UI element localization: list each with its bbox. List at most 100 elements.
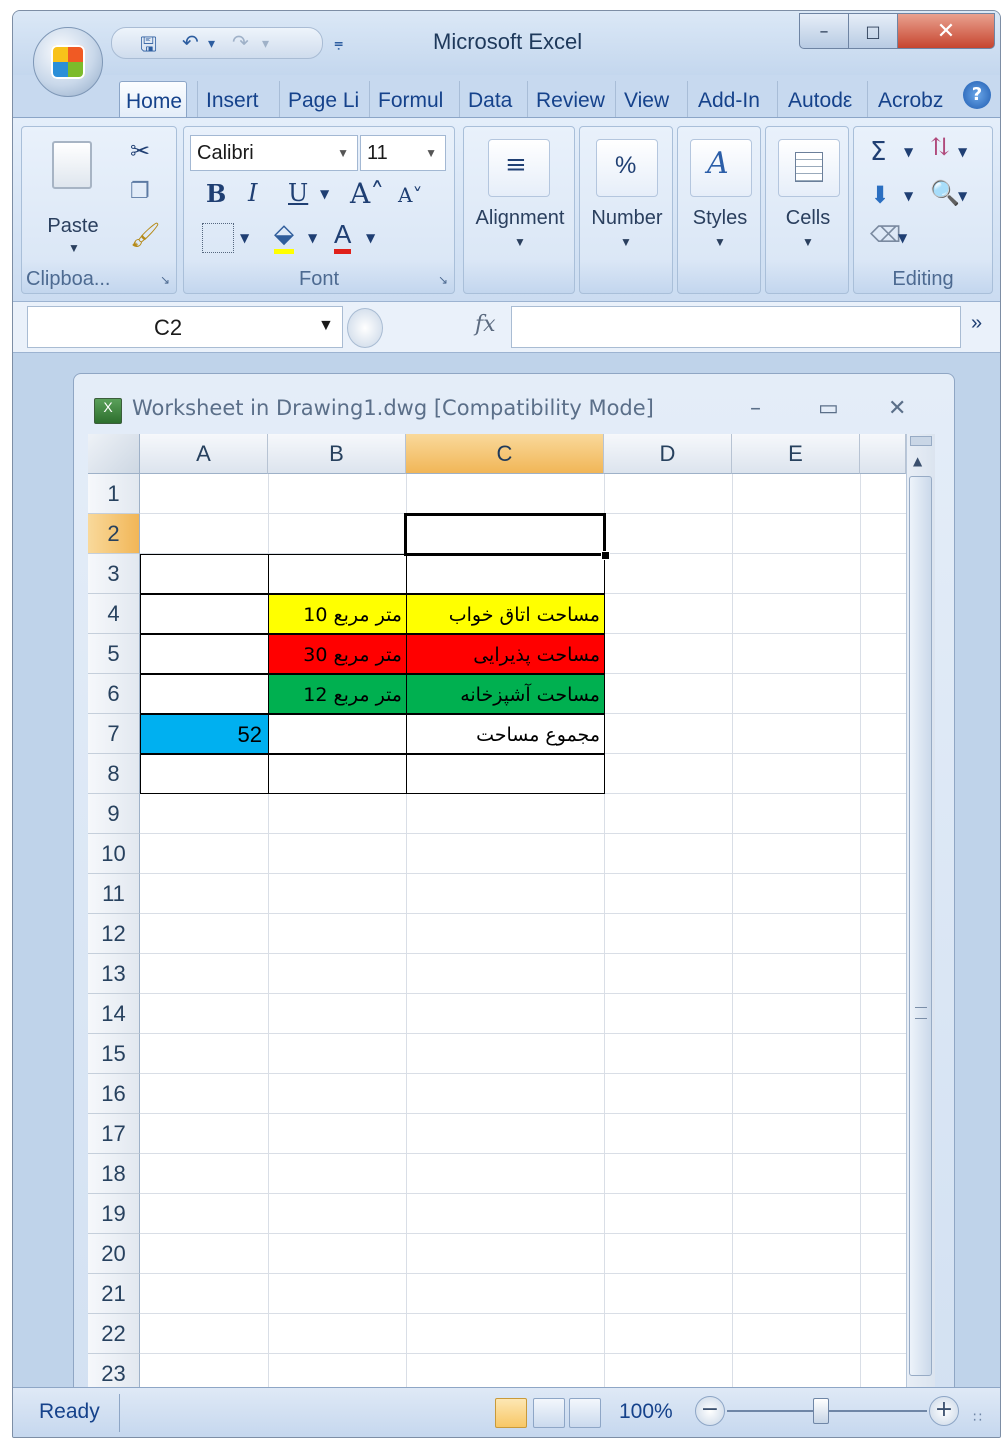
row-header[interactable]: 22 [88,1314,140,1354]
minimize-button[interactable]: – [799,13,849,49]
bold-icon[interactable]: B [206,179,226,208]
cell-c7[interactable]: مجموع مساحت [406,714,605,754]
cell-a6[interactable] [140,674,269,714]
format-painter-icon[interactable]: 🖌 [130,221,160,249]
row-header[interactable]: 3 [88,554,140,594]
find-select-dropdown-icon[interactable]: ▼ [958,189,967,203]
number-group[interactable]: % Number ▼ [579,126,673,294]
clear-dropdown-icon[interactable]: ▼ [898,231,907,245]
page-break-view-icon[interactable] [569,1398,601,1428]
italic-icon[interactable]: I [248,179,257,207]
office-button[interactable] [33,27,103,97]
select-all-button[interactable] [88,434,140,474]
formula-input[interactable] [511,306,961,348]
column-header-d[interactable]: D [604,434,732,474]
row-header[interactable]: 6 [88,674,140,714]
zoom-out-icon[interactable]: − [695,1396,725,1426]
tab-home[interactable]: Home [119,81,187,117]
row-header[interactable]: 13 [88,954,140,994]
zoom-level[interactable]: 100% [619,1400,673,1424]
tab-insert[interactable]: Insert [197,81,273,117]
tab-data[interactable]: Data [459,81,521,117]
number-button[interactable]: % [596,139,658,197]
cell-a5[interactable] [140,634,269,674]
alignment-group[interactable]: ≡ Alignment ▼ [463,126,575,294]
name-box-dropdown-icon[interactable]: ▼ [318,317,334,335]
undo-icon[interactable]: ↶ [182,30,199,54]
cell-c8[interactable] [406,754,605,794]
font-color-dropdown-icon[interactable]: ▼ [366,231,375,245]
cell-b7[interactable] [268,714,407,754]
tab-acrobat[interactable]: Acrobz [867,81,951,117]
cell-a3[interactable] [140,554,269,594]
cell-c4[interactable]: مساحت اتاق خواب [406,594,605,634]
font-launcher-icon[interactable]: ↘ [438,273,448,287]
scroll-up-icon[interactable]: ▲ [913,454,922,468]
name-box[interactable]: C2 ▼ [27,306,343,348]
fill-color-icon[interactable]: ⬙ [274,219,294,254]
redo-dropdown-icon[interactable]: ▾ [262,36,269,52]
cell-a7[interactable]: 52 [140,714,269,754]
workbook-restore-button[interactable]: ▭ [818,396,839,421]
cell-b3[interactable] [268,554,407,594]
normal-view-icon[interactable] [495,1398,527,1428]
cell-c5[interactable]: مساحت پذیرایی [406,634,605,674]
font-name-box[interactable]: Calibri ▼ [190,135,358,171]
scroll-split-box[interactable] [910,436,932,446]
cell-b6[interactable]: متر مربع 12 [268,674,407,714]
fill-color-dropdown-icon[interactable]: ▼ [308,231,317,245]
expand-formula-bar-icon[interactable]: » [971,312,982,335]
cells-button[interactable] [778,139,840,197]
column-header-c[interactable]: C [406,434,604,474]
row-header[interactable]: 16 [88,1074,140,1114]
zoom-slider-thumb[interactable] [813,1398,829,1424]
help-icon[interactable]: ? [963,81,991,109]
formula-bar-splitter[interactable] [347,308,383,348]
styles-button[interactable]: A [690,139,752,197]
clear-icon[interactable]: ⌫ [870,223,901,248]
row-header[interactable]: 18 [88,1154,140,1194]
workbook-minimize-button[interactable]: – [750,396,761,421]
font-color-icon[interactable]: A [334,219,352,254]
column-header-f[interactable] [860,434,906,474]
styles-group[interactable]: A Styles ▼ [677,126,761,294]
sort-filter-icon[interactable]: ⇅ [930,133,950,161]
cell-a4[interactable] [140,594,269,634]
row-header[interactable]: 11 [88,874,140,914]
tab-review[interactable]: Review [527,81,609,117]
cell-b8[interactable] [268,754,407,794]
cell-c3[interactable] [406,554,605,594]
row-header[interactable]: 12 [88,914,140,954]
cell-b4[interactable]: متر مربع 10 [268,594,407,634]
row-header[interactable]: 15 [88,1034,140,1074]
row-header[interactable]: 8 [88,754,140,794]
redo-icon[interactable]: ↷ [232,30,249,54]
close-button[interactable]: ✕ [897,13,995,49]
row-header[interactable]: 21 [88,1274,140,1314]
autosum-dropdown-icon[interactable]: ▼ [904,145,913,159]
insert-function-icon[interactable]: fx [475,312,496,337]
maximize-button[interactable]: □ [848,13,898,49]
paste-button[interactable]: Paste ▼ [30,133,116,263]
row-header[interactable]: 1 [88,474,140,514]
row-header[interactable]: 7 [88,714,140,754]
fill-icon[interactable]: ⬇ [870,181,890,209]
row-header[interactable]: 2 [88,514,140,554]
cut-icon[interactable]: ✂ [130,137,150,165]
cell-b5[interactable]: متر مربع 30 [268,634,407,674]
cell-c6[interactable]: مساحت آشپزخانه [406,674,605,714]
borders-icon[interactable] [202,223,234,253]
row-header[interactable]: 5 [88,634,140,674]
tab-autodesk[interactable]: Autodε [777,81,861,117]
clipboard-launcher-icon[interactable]: ↘ [160,273,170,287]
find-select-icon[interactable]: 🔍 [930,179,960,207]
vertical-scrollbar[interactable]: ▲ [906,434,935,1402]
resize-grip-icon[interactable]: ∷ [973,1410,982,1426]
font-size-box[interactable]: 11 ▼ [360,135,446,171]
borders-dropdown-icon[interactable]: ▼ [240,231,249,245]
shrink-font-icon[interactable]: A˅ [398,183,422,207]
row-header[interactable]: 9 [88,794,140,834]
row-header[interactable]: 19 [88,1194,140,1234]
column-header-e[interactable]: E [732,434,860,474]
copy-icon[interactable]: ❐ [130,179,150,204]
